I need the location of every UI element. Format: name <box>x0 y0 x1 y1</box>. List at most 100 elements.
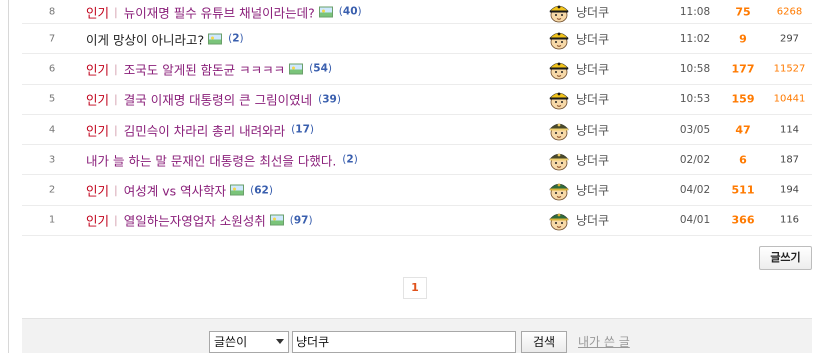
hot-badge: 인기 <box>86 123 110 139</box>
post-row: 2 인기 | 여성계 vs 역사학자 (62) 냥더쿠 04/02 511 194 <box>22 175 812 206</box>
writer-avatar-icon <box>547 27 571 51</box>
post-title-cell: 인기 | 뉴이재명 필수 유튜브 채널이라는데? (40) <box>86 2 362 21</box>
writer-avatar-icon <box>547 208 571 232</box>
writer-name[interactable]: 냥더쿠 <box>576 182 609 199</box>
image-attachment-icon <box>230 184 245 196</box>
writer-avatar-icon <box>547 0 571 24</box>
comment-count-value: 97 <box>293 214 309 227</box>
title-separator: | <box>114 183 118 197</box>
comment-count-value: 2 <box>232 32 240 45</box>
post-title-link[interactable]: 김민슥이 차라리 총리 내려와라 <box>124 120 285 139</box>
view-count: 187 <box>779 154 800 166</box>
hot-badge: 인기 <box>86 5 110 20</box>
recommend-count: 159 <box>731 92 755 106</box>
post-title-cell: 이게 망상이 아니라고? (2) <box>86 29 244 48</box>
post-number: 3 <box>48 154 56 166</box>
recommend-count: 47 <box>735 123 751 137</box>
post-title-link[interactable]: 여성계 vs 역사학자 <box>124 181 226 200</box>
post-title-cell: 인기 | 김민슥이 차라리 총리 내려와라 (17) <box>86 120 314 139</box>
comment-count[interactable]: (62) <box>250 184 273 196</box>
left-frame-border <box>8 0 9 353</box>
post-list: 8 인기 | 뉴이재명 필수 유튜브 채널이라는데? (40) 냥더쿠 11:08 75 626… <box>22 0 812 237</box>
search-field-selected: 글쓴이 <box>214 335 248 349</box>
post-title-cell: 인기 | 결국 이재명 대통령의 큰 그림이였네 (39) <box>86 90 341 109</box>
post-number: 1 <box>48 214 56 226</box>
search-button[interactable]: 검색 <box>521 331 567 353</box>
post-date: 02/02 <box>679 153 711 166</box>
post-date: 10:58 <box>679 62 711 75</box>
post-title-cell: 내가 늘 하는 말 문재인 대통령은 최선을 다했다. (2) <box>86 150 358 169</box>
view-count: 194 <box>779 184 800 196</box>
comment-count[interactable]: (54) <box>309 63 332 75</box>
post-number: 7 <box>48 33 56 45</box>
comment-count[interactable]: (2) <box>342 154 358 166</box>
comment-count-value: 40 <box>342 5 358 18</box>
image-attachment-icon <box>318 6 333 17</box>
post-title-cell: 인기 | 열일하는자영업자 소원성취 (97) <box>86 211 313 230</box>
title-separator: | <box>114 5 118 18</box>
writer-name[interactable]: 냥더쿠 <box>576 91 609 108</box>
post-row: 4 인기 | 김민슥이 차라리 총리 내려와라 (17) 냥더쿠 03/05 47 114 <box>22 115 812 146</box>
recommend-count: 177 <box>731 62 755 76</box>
recommend-count: 366 <box>731 213 755 227</box>
post-row: 5 인기 | 결국 이재명 대통령의 큰 그림이였네 (39) 냥더쿠 10:53 159 10… <box>22 85 812 115</box>
my-posts-link[interactable]: 내가 쓴 글 <box>578 333 630 350</box>
writer-avatar-icon <box>547 178 571 202</box>
comment-count[interactable]: (97) <box>290 214 313 226</box>
hot-badge: 인기 <box>86 62 110 78</box>
comment-count[interactable]: (2) <box>228 33 244 45</box>
post-date: 03/05 <box>679 123 711 136</box>
image-attachment-icon <box>269 214 284 226</box>
search-bar: 글쓴이 냥더쿠 검색 내가 쓴 글 <box>22 318 812 353</box>
post-row: 3 내가 늘 하는 말 문재인 대통령은 최선을 다했다. (2) 냥더쿠 02/02 6… <box>22 145 812 176</box>
post-title-link[interactable]: 결국 이재명 대통령의 큰 그림이였네 <box>124 90 312 109</box>
post-title-link[interactable]: 내가 늘 하는 말 문재인 대통령은 최선을 다했다. <box>86 150 336 169</box>
image-attachment-icon <box>289 63 304 75</box>
title-separator: | <box>114 92 118 106</box>
view-count: 116 <box>779 214 800 226</box>
post-date: 10:53 <box>679 93 711 106</box>
hot-badge: 인기 <box>86 183 110 199</box>
comment-count[interactable]: (39) <box>318 93 341 105</box>
writer-name[interactable]: 냥더쿠 <box>576 121 609 138</box>
post-number: 5 <box>48 93 56 105</box>
search-input[interactable]: 냥더쿠 <box>292 331 516 353</box>
post-date: 04/01 <box>679 214 711 227</box>
post-title-cell: 인기 | 여성계 vs 역사학자 (62) <box>86 181 273 200</box>
post-row: 8 인기 | 뉴이재명 필수 유튜브 채널이라는데? (40) 냥더쿠 11:08 75 626… <box>22 0 812 24</box>
chevron-down-icon <box>276 339 284 344</box>
view-count: 10441 <box>773 93 806 105</box>
write-post-button[interactable]: 글쓰기 <box>759 246 812 270</box>
comment-count-value: 62 <box>254 184 269 197</box>
comment-count-value: 54 <box>313 62 328 75</box>
view-count: 114 <box>779 124 800 136</box>
title-separator: | <box>114 62 118 76</box>
comment-count[interactable]: (17) <box>291 124 314 136</box>
writer-name[interactable]: 냥더쿠 <box>576 3 609 20</box>
writer-avatar-icon <box>547 148 571 172</box>
post-title-link[interactable]: 이게 망상이 아니라고? <box>86 29 204 48</box>
post-title-link[interactable]: 뉴이재명 필수 유튜브 채널이라는데? <box>124 2 315 21</box>
post-title-link[interactable]: 열일하는자영업자 소원성취 <box>124 211 266 230</box>
hot-badge: 인기 <box>86 92 110 108</box>
recommend-count: 6 <box>739 153 747 167</box>
post-number: 8 <box>48 6 56 17</box>
writer-avatar-icon <box>547 118 571 142</box>
search-field-select[interactable]: 글쓴이 <box>209 331 289 353</box>
comment-count-value: 39 <box>322 93 337 106</box>
post-number: 4 <box>48 124 56 136</box>
post-number: 6 <box>48 63 56 75</box>
comment-count[interactable]: (40) <box>339 6 362 18</box>
hot-badge: 인기 <box>86 213 110 229</box>
writer-name[interactable]: 냥더쿠 <box>576 151 609 168</box>
post-row: 7 이게 망상이 아니라고? (2) 냥더쿠 11:02 9 297 <box>22 24 812 55</box>
writer-name[interactable]: 냥더쿠 <box>576 30 609 47</box>
title-separator: | <box>114 123 118 137</box>
post-date: 04/02 <box>679 184 711 197</box>
recommend-count: 75 <box>735 5 751 18</box>
recommend-count: 511 <box>731 183 755 197</box>
writer-name[interactable]: 냥더쿠 <box>576 212 609 229</box>
writer-name[interactable]: 냥더쿠 <box>576 60 609 77</box>
post-title-link[interactable]: 조국도 알게된 함돈균 ㅋㅋㅋㅋ <box>124 59 285 78</box>
page-number-current[interactable]: 1 <box>403 277 427 299</box>
